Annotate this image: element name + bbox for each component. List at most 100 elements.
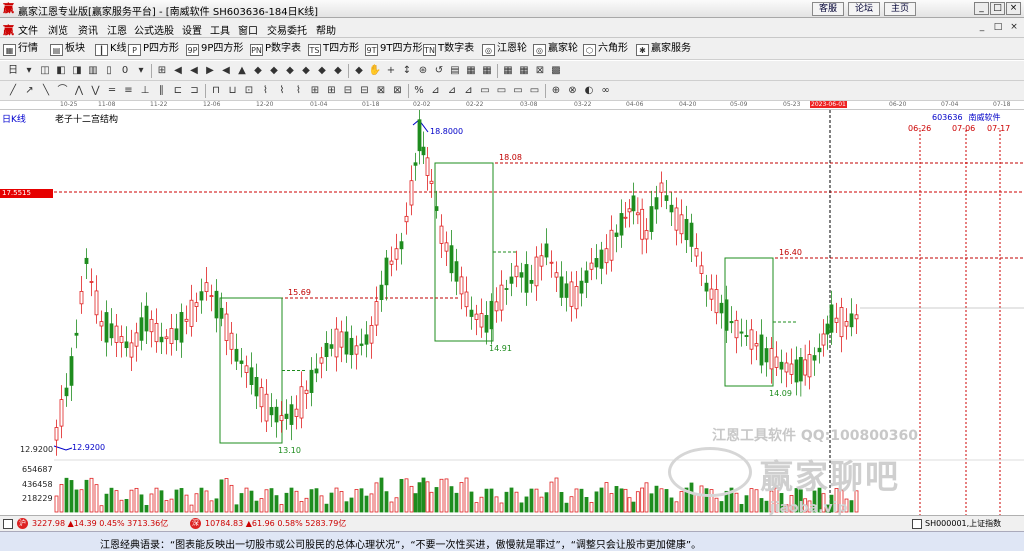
menu-file[interactable]: 文件 <box>18 22 38 37</box>
toolbar-item-8[interactable]: TN T数字表 <box>423 42 474 56</box>
tool-14-icon[interactable]: ⊡ <box>242 84 256 98</box>
minimize-icon[interactable]: _ <box>974 2 989 15</box>
tool-28-icon[interactable]: ▭ <box>478 84 492 98</box>
tool-8-icon[interactable]: ⊥ <box>138 84 152 98</box>
tool-14-icon[interactable]: ▲ <box>235 64 249 78</box>
tool-11-icon[interactable]: ◀ <box>187 64 201 78</box>
menu-browse[interactable]: 浏览 <box>48 22 68 37</box>
tool-1-icon[interactable]: ↗ <box>23 84 37 98</box>
tool-11-icon[interactable]: ⊐ <box>188 84 202 98</box>
tool-8-icon[interactable]: ▾ <box>134 64 148 78</box>
menu-settings[interactable]: 设置 <box>182 22 202 37</box>
tool-32-icon[interactable]: ⊠ <box>533 64 547 78</box>
toolbar-item-12[interactable]: ✱ 赢家服务 <box>636 42 691 56</box>
tool-26-icon[interactable]: ⊿ <box>445 84 459 98</box>
toolbar-item-9[interactable]: ◎ 江恩轮 <box>482 42 527 56</box>
customer-service-button[interactable]: 客服 <box>812 2 844 16</box>
toolbar-item-3[interactable]: P P四方形 <box>128 42 179 56</box>
tool-31-icon[interactable]: ▭ <box>528 84 542 98</box>
tool-30-icon[interactable]: ▦ <box>501 64 515 78</box>
current-index[interactable]: SH000001,上证指数 <box>925 518 1001 529</box>
period-label[interactable]: 日K线 <box>2 112 26 125</box>
tool-3-icon[interactable]: ⌒ <box>56 84 70 98</box>
tool-30-icon[interactable]: ▭ <box>511 84 525 98</box>
toolbar-item-2[interactable]: ┃ K线 <box>95 42 127 56</box>
tool-4-icon[interactable]: ⋀ <box>72 84 86 98</box>
menu-trade[interactable]: 交易委托 <box>267 22 307 37</box>
tool-13-icon[interactable]: ⊔ <box>226 84 240 98</box>
tool-13-icon[interactable]: ◀ <box>219 64 233 78</box>
toolbar-item-6[interactable]: TS T四方形 <box>308 42 359 56</box>
tool-23-icon[interactable]: ⊠ <box>391 84 405 98</box>
close-icon[interactable]: × <box>1006 2 1021 15</box>
tool-2-icon[interactable]: ╲ <box>39 84 53 98</box>
tool-10-icon[interactable]: ⊏ <box>171 84 185 98</box>
tool-27-icon[interactable]: ▤ <box>448 64 462 78</box>
tool-24-icon[interactable]: % <box>412 84 426 98</box>
tool-2-icon[interactable]: ◫ <box>38 64 52 78</box>
toolbar-item-4[interactable]: 9P 9P四方形 <box>186 42 243 56</box>
tool-29-icon[interactable]: ▭ <box>495 84 509 98</box>
toolbar-item-0[interactable]: ▦ 行情 <box>3 42 38 56</box>
tool-4-icon[interactable]: ◨ <box>70 64 84 78</box>
tool-18-icon[interactable]: ◆ <box>299 64 313 78</box>
tool-19-icon[interactable]: ⊞ <box>325 84 339 98</box>
tool-6-icon[interactable]: ▯ <box>102 64 116 78</box>
tool-25-icon[interactable]: ⊿ <box>429 84 443 98</box>
mdi-minimize-icon[interactable]: _ <box>976 21 988 33</box>
tool-17-icon[interactable]: ◆ <box>283 64 297 78</box>
sz-index-quote[interactable]: 10784.83 ▲61.96 0.58% 5283.79亿 <box>205 518 346 529</box>
tool-19-icon[interactable]: ◆ <box>315 64 329 78</box>
tool-27-icon[interactable]: ⊿ <box>462 84 476 98</box>
mdi-restore-icon[interactable]: □ <box>992 21 1004 33</box>
menu-window[interactable]: 窗口 <box>238 22 258 37</box>
tool-32-icon[interactable]: ⊕ <box>549 84 563 98</box>
tool-0-icon[interactable]: ╱ <box>6 84 20 98</box>
tool-20-icon[interactable]: ◆ <box>331 64 345 78</box>
tool-22-icon[interactable]: ✋ <box>368 64 382 78</box>
menu-formula-screen[interactable]: 公式选股 <box>134 22 174 37</box>
menu-news[interactable]: 资讯 <box>78 22 98 37</box>
tool-12-icon[interactable]: ⊓ <box>209 84 223 98</box>
tool-21-icon[interactable]: ◆ <box>352 64 366 78</box>
toolbar-item-10[interactable]: ◎ 赢家轮 <box>533 42 578 56</box>
tool-15-icon[interactable]: ◆ <box>251 64 265 78</box>
tool-35-icon[interactable]: ∞ <box>599 84 613 98</box>
tool-24-icon[interactable]: ↕ <box>400 64 414 78</box>
tool-15-icon[interactable]: ⌇ <box>259 84 273 98</box>
tool-28-icon[interactable]: ▦ <box>464 64 478 78</box>
tool-9-icon[interactable]: ∥ <box>155 84 169 98</box>
tool-10-icon[interactable]: ◀ <box>171 64 185 78</box>
toolbar-item-11[interactable]: ⬡ 六角形 <box>583 42 628 56</box>
mdi-close-icon[interactable]: × <box>1008 21 1020 33</box>
grid-icon[interactable] <box>3 519 13 529</box>
tool-9-icon[interactable]: ⊞ <box>155 64 169 78</box>
tool-25-icon[interactable]: ⊛ <box>416 64 430 78</box>
tool-17-icon[interactable]: ⌇ <box>292 84 306 98</box>
tool-6-icon[interactable]: ═ <box>105 84 119 98</box>
tool-20-icon[interactable]: ⊟ <box>341 84 355 98</box>
tool-16-icon[interactable]: ◆ <box>267 64 281 78</box>
tool-3-icon[interactable]: ◧ <box>54 64 68 78</box>
tool-0-icon[interactable]: 日 <box>6 64 20 78</box>
tool-5-icon[interactable]: ▥ <box>86 64 100 78</box>
menu-help[interactable]: 帮助 <box>316 22 336 37</box>
tool-7-icon[interactable]: 0 <box>118 64 132 78</box>
tool-33-icon[interactable]: ▩ <box>549 64 563 78</box>
tool-12-icon[interactable]: ▶ <box>203 64 217 78</box>
toolbar-item-7[interactable]: 9T 9T四方形 <box>365 42 422 56</box>
tool-21-icon[interactable]: ⊟ <box>358 84 372 98</box>
sh-index-quote[interactable]: 3227.98 ▲14.39 0.45% 3713.36亿 <box>32 518 168 529</box>
tool-23-icon[interactable]: + <box>384 64 398 78</box>
tool-16-icon[interactable]: ⌇ <box>275 84 289 98</box>
tool-34-icon[interactable]: ◐ <box>582 84 596 98</box>
maximize-icon[interactable]: □ <box>990 2 1005 15</box>
menu-gann[interactable]: 江恩 <box>107 22 127 37</box>
tool-33-icon[interactable]: ⊗ <box>566 84 580 98</box>
tool-7-icon[interactable]: ≡ <box>122 84 136 98</box>
tool-26-icon[interactable]: ↺ <box>432 64 446 78</box>
tool-29-icon[interactable]: ▦ <box>480 64 494 78</box>
toolbar-item-1[interactable]: ▤ 板块 <box>50 42 85 56</box>
menu-tools[interactable]: 工具 <box>210 22 230 37</box>
tool-1-icon[interactable]: ▾ <box>22 64 36 78</box>
